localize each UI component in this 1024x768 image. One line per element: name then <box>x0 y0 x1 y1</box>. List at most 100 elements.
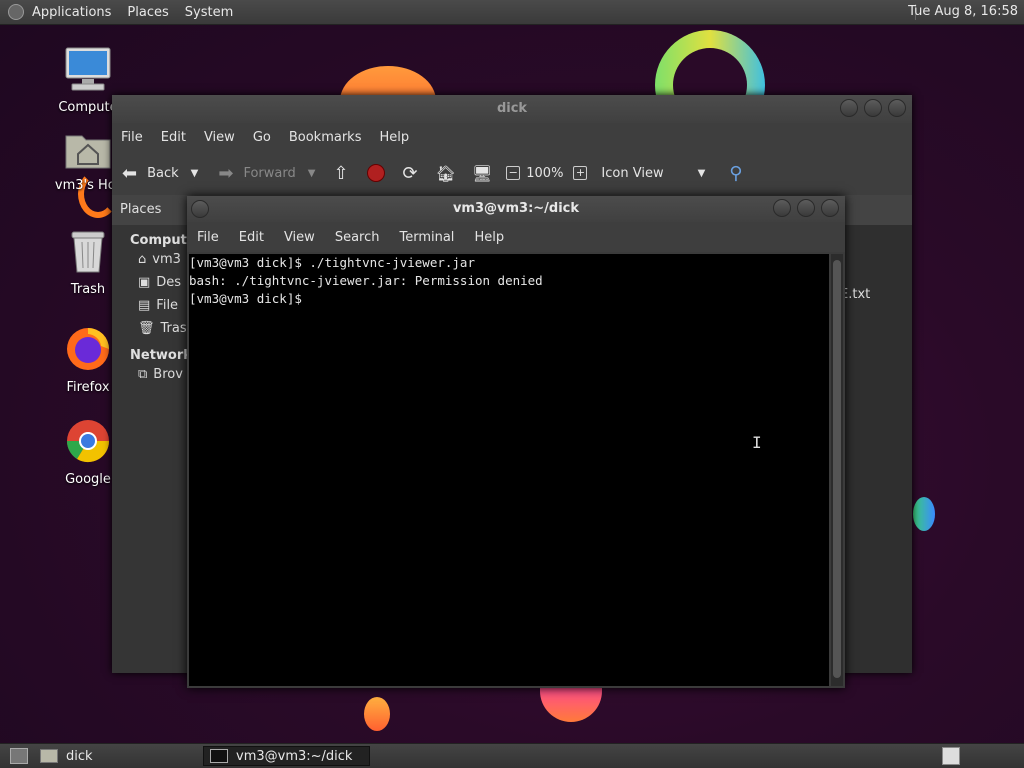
bottom-panel: dick vm3@vm3:~/dick <box>0 743 1024 768</box>
search-icon: ⚲ <box>729 162 743 184</box>
chevron-down-icon: ▼ <box>697 167 706 179</box>
view-mode-select[interactable]: Icon View ▼ <box>601 166 705 181</box>
folder-icon <box>40 749 58 763</box>
sidebar-item-browse-network[interactable]: ⧉ Brov <box>112 363 188 386</box>
workspace-switcher[interactable] <box>936 746 966 766</box>
zoom-in-button[interactable]: + <box>573 166 588 180</box>
home-button[interactable]: 🏠︎ <box>436 164 456 183</box>
stop-icon <box>366 164 385 182</box>
terminal-line: bash: ./tightvnc-jviewer.jar: Permission… <box>189 273 543 288</box>
menu-edit[interactable]: Edit <box>152 130 195 145</box>
menu-bookmarks[interactable]: Bookmarks <box>280 130 371 145</box>
back-button[interactable]: ⬅ Back ▼ <box>122 163 198 184</box>
reload-button[interactable]: ⟳ <box>403 163 418 184</box>
taskbar-item-file-manager[interactable]: dick <box>34 746 199 766</box>
taskbar-item-label: vm3@vm3:~/dick <box>236 748 353 764</box>
up-button[interactable]: ⇧ <box>333 163 348 184</box>
system-menu[interactable]: System <box>177 5 241 20</box>
wallpaper-shape <box>913 497 935 531</box>
gnome-logo-icon <box>8 4 24 20</box>
top-panel: Applications Places System Tue Aug 8, 16… <box>0 0 1024 25</box>
menu-file[interactable]: File <box>112 130 152 145</box>
clock[interactable]: Tue Aug 8, 16:58 <box>908 0 1018 24</box>
text-cursor-icon: I <box>752 433 762 452</box>
terminal-menubar: File Edit View Search Terminal Help <box>187 222 845 252</box>
computer-icon <box>65 47 111 91</box>
terminal-screen[interactable]: [vm3@vm3 dick]$ ./tightvnc-jviewer.jar b… <box>189 254 829 686</box>
back-arrow-icon: ⬅ <box>122 162 138 184</box>
minimize-button[interactable] <box>773 199 791 217</box>
zoom-out-button[interactable]: − 100% <box>506 166 563 181</box>
back-label: Back <box>147 165 179 181</box>
menu-edit[interactable]: Edit <box>229 230 274 245</box>
chevron-down-icon[interactable]: ▼ <box>308 168 316 179</box>
minimize-button[interactable] <box>840 99 858 117</box>
places-sidebar: Places Compute ⌂ vm3 ▣ Des ▤ File 🗑︎ Tras Ne… <box>112 195 196 673</box>
maximize-button[interactable] <box>864 99 882 117</box>
menu-file[interactable]: File <box>187 230 229 245</box>
forward-label: Forward <box>243 165 296 181</box>
close-button[interactable] <box>888 99 906 117</box>
scrollbar-thumb[interactable] <box>833 260 841 678</box>
chevron-down-icon[interactable]: ▼ <box>191 168 199 179</box>
sidebar-item-home[interactable]: ⌂ vm3 <box>112 248 188 271</box>
maximize-button[interactable] <box>797 199 815 217</box>
file-manager-toolbar: ⬅ Back ▼ ➡ Forward ▼ ⇧ ⟳ 🏠︎ 🖥︎ − 100% + <box>112 151 912 196</box>
sidebar-item-desktop[interactable]: ▣ Des <box>112 271 188 294</box>
sidebar-item-filesystem[interactable]: ▤ File <box>112 294 188 317</box>
close-button[interactable] <box>821 199 839 217</box>
sidebar-item-label: Tras <box>160 321 187 336</box>
firefox-icon <box>67 328 109 370</box>
terminal-prompt: [vm3@vm3 dick]$ <box>189 291 310 306</box>
wallpaper-shape <box>540 686 602 722</box>
sidebar-section-network: Network <box>130 348 192 363</box>
chrome-icon <box>66 420 110 463</box>
terminal-line: [vm3@vm3 dick]$ ./tightvnc-jviewer.jar <box>189 255 475 270</box>
sidebar-section-computer: Compute <box>130 233 196 248</box>
menu-help[interactable]: Help <box>464 230 514 245</box>
home-folder-icon: 🏠︎ <box>435 163 456 183</box>
sidebar-header[interactable]: Places <box>112 195 188 225</box>
network-icon: ⧉ <box>138 367 148 382</box>
computer-icon: 🖥︎ <box>471 163 493 183</box>
terminal-scrollbar[interactable] <box>831 254 843 686</box>
home-folder-icon <box>65 135 111 169</box>
show-desktop-icon <box>10 748 28 764</box>
drive-icon: ▤ <box>138 298 151 313</box>
window-title: dick <box>496 101 528 116</box>
search-button[interactable]: ⚲ <box>729 163 742 184</box>
window-title: vm3@vm3:~/dick <box>452 201 580 216</box>
computer-button[interactable]: 🖥︎ <box>472 164 492 183</box>
reload-icon: ⟳ <box>402 162 418 184</box>
sidebar-item-label: vm3 <box>152 252 181 267</box>
menu-terminal[interactable]: Terminal <box>389 230 464 245</box>
forward-arrow-icon: ➡ <box>218 162 234 184</box>
trash-icon: 🗑︎ <box>138 321 155 336</box>
forward-button[interactable]: ➡ Forward ▼ <box>218 163 315 184</box>
terminal-titlebar[interactable]: vm3@vm3:~/dick <box>187 196 845 222</box>
zoom-level: 100% <box>526 165 564 181</box>
zoom-out-icon: − <box>506 166 521 180</box>
file-manager-titlebar[interactable]: dick <box>112 95 912 123</box>
menu-go[interactable]: Go <box>244 130 280 145</box>
menu-search[interactable]: Search <box>325 230 390 245</box>
sidebar-item-label: File <box>156 298 179 313</box>
sidebar-item-label: Des <box>156 275 182 290</box>
terminal-icon <box>210 749 228 763</box>
places-menu[interactable]: Places <box>119 5 176 20</box>
show-desktop-button[interactable] <box>4 746 34 766</box>
sidebar-item-label: Brov <box>153 367 183 382</box>
terminal-window: vm3@vm3:~/dick File Edit View Search Ter… <box>187 196 845 688</box>
file-manager-menubar: File Edit View Go Bookmarks Help <box>112 123 912 151</box>
taskbar-item-label: dick <box>66 748 93 764</box>
zoom-in-icon: + <box>573 166 588 180</box>
taskbar-item-terminal[interactable]: vm3@vm3:~/dick <box>203 746 370 766</box>
applications-menu[interactable]: Applications <box>24 5 119 20</box>
sidebar-item-trash[interactable]: 🗑︎ Tras <box>112 317 188 340</box>
menu-view[interactable]: View <box>274 230 325 245</box>
stop-button[interactable] <box>366 164 385 182</box>
up-arrow-icon: ⇧ <box>333 162 349 184</box>
menu-view[interactable]: View <box>195 130 244 145</box>
menu-help[interactable]: Help <box>370 130 418 145</box>
trash-icon <box>71 231 105 273</box>
